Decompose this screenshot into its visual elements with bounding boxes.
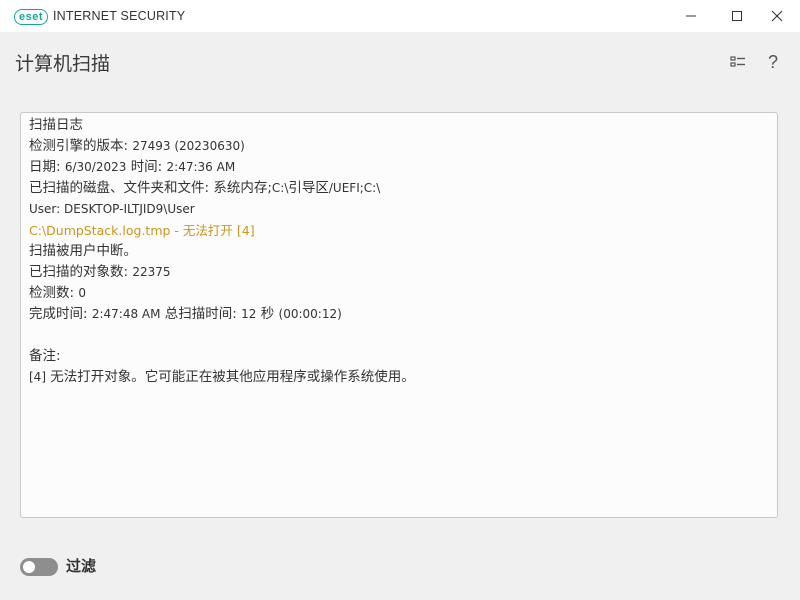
filter-label: 过滤 [66, 557, 97, 575]
log-notes-label: 备注: [29, 348, 61, 364]
list-view-icon [730, 56, 745, 67]
log-spacer [29, 325, 769, 346]
minimize-button[interactable] [668, 0, 714, 32]
help-icon: ? [767, 51, 778, 72]
list-view-button[interactable] [728, 52, 748, 72]
page-title: 计算机扫描 [15, 53, 111, 75]
maximize-icon [732, 11, 742, 21]
log-title: 扫描日志 [29, 117, 83, 133]
close-icon [771, 10, 783, 22]
log-finish-time: 完成时间: 2:47:48 AM 总扫描时间: 12 秒 (00:00:12) [29, 306, 342, 322]
minimize-icon [686, 15, 696, 17]
log-warning: C:\DumpStack.log.tmp - 无法打开 [4] [29, 223, 255, 238]
scan-log-panel[interactable]: 扫描日志 检测引擎的版本: 27493 (20230630) 日期: 6/30/… [20, 112, 778, 518]
log-interrupted: 扫描被用户中断。 [29, 243, 137, 259]
log-note: [4] 无法打开对象。它可能正在被其他应用程序或操作系统使用。 [29, 369, 415, 385]
toggle-knob [23, 561, 35, 573]
title-bar: eset INTERNET SECURITY [0, 0, 800, 32]
log-engine-version: 检测引擎的版本: 27493 (20230630) [29, 138, 245, 154]
close-button[interactable] [754, 0, 800, 32]
log-user: User: DESKTOP-ILTJID9\User [29, 202, 195, 216]
filter-toggle[interactable] [20, 558, 58, 576]
eset-logo: eset [14, 9, 49, 25]
help-button[interactable]: ? [763, 52, 783, 72]
product-name: INTERNET SECURITY [53, 9, 186, 23]
log-objects-scanned: 已扫描的对象数: 22375 [29, 264, 171, 280]
log-detections: 检测数: 0 [29, 285, 86, 301]
log-date: 日期: 6/30/2023 时间: 2:47:36 AM [29, 159, 236, 175]
log-scanned-targets: 已扫描的磁盘、文件夹和文件: 系统内存;C:\引导区/UEFI;C:\ [29, 180, 381, 196]
